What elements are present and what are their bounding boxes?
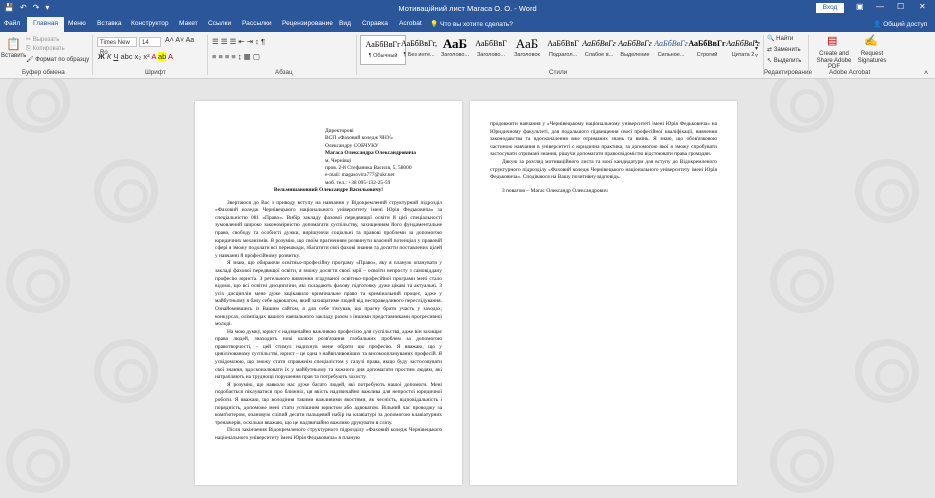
ribbon-display-options-icon[interactable]: ▣ bbox=[856, 2, 864, 11]
font-size-combo[interactable]: 14 bbox=[139, 37, 161, 47]
cursor-icon: ↖ bbox=[767, 58, 773, 64]
paragraph: Я знаю, що обираючи освітньо-професійну … bbox=[215, 260, 442, 328]
clipboard-group-label: Буфер обмена bbox=[22, 69, 65, 76]
request-signatures-button[interactable]: Request Signatures bbox=[857, 51, 887, 64]
alignment-icons[interactable]: ≡ ≡ ≡ ≡ ↨ ▦ ▢ bbox=[212, 52, 260, 61]
window-title: Мотиваційний лист Магаса О. О. - Word bbox=[398, 4, 537, 13]
tell-me-search[interactable]: 💡 Что вы хотите сделать? bbox=[430, 20, 513, 28]
font-format-icons[interactable]: Ж К Ч abc x₂ x² A ab A bbox=[98, 52, 173, 61]
tab-layout[interactable]: Макет bbox=[179, 20, 198, 27]
watermark-logo-icon bbox=[770, 429, 834, 493]
paragraph: Я розумію, що навколо нас дуже багато лю… bbox=[215, 381, 442, 426]
document-canvas[interactable]: Директорові ВСП «Фаховий коледж ЧНУ» Оле… bbox=[0, 79, 935, 498]
pdf-icon: ▤ bbox=[827, 35, 838, 47]
page-1[interactable]: Директорові ВСП «Фаховий коледж ЧНУ» Оле… bbox=[195, 101, 462, 485]
find-button[interactable]: 🔍 Найти bbox=[767, 35, 793, 42]
styles-gallery-scroll-icon[interactable]: ▴ ▾ ▿ bbox=[755, 38, 758, 59]
collapse-ribbon-icon[interactable]: ˄ bbox=[924, 70, 928, 77]
scissors-icon: ✂ bbox=[26, 37, 32, 43]
group-divider bbox=[356, 35, 357, 75]
copy-icon: ⎘ bbox=[26, 46, 31, 52]
paragraph: Дякую за розгляд мотиваційного листа та … bbox=[490, 158, 717, 181]
paragraph: продовжити навчання у «Чернівецькому нац… bbox=[490, 121, 717, 158]
recipient-address-block: Директорові ВСП «Фаховий коледж ЧНУ» Оле… bbox=[325, 128, 416, 186]
cut-button[interactable]: ✂ Вырезать bbox=[26, 36, 59, 43]
title-bar: 💾 ↶ ↷ ▾ Мотиваційний лист Магаса О. О. -… bbox=[0, 0, 935, 16]
create-share-pdf-button[interactable]: Create and Share Adobe PDF bbox=[812, 51, 856, 71]
paragraph: На мою думку, юрист є надзвичайно важлив… bbox=[215, 328, 442, 381]
tab-file[interactable]: Файл bbox=[4, 20, 20, 27]
tab-insert[interactable]: Вставка bbox=[97, 20, 122, 27]
signature-icon: ✍ bbox=[864, 35, 878, 47]
tab-references[interactable]: Ссылки bbox=[208, 20, 231, 27]
font-name-combo[interactable]: Times New Ro bbox=[97, 37, 137, 56]
minimize-icon[interactable]: — bbox=[876, 2, 884, 11]
tab-view[interactable]: Вид bbox=[339, 20, 351, 27]
maximize-icon[interactable]: ☐ bbox=[897, 2, 904, 11]
watermark-logo-icon bbox=[6, 429, 70, 493]
list-indent-icons[interactable]: ☰ ☰ ☰ ⇤ ⇥ ↕ ¶ bbox=[212, 37, 265, 46]
search-icon: 🔍 bbox=[767, 36, 775, 42]
group-divider bbox=[92, 35, 93, 75]
close-icon[interactable]: ✕ bbox=[919, 2, 926, 11]
watermark-logo-icon bbox=[770, 249, 834, 313]
watermark-logo-icon bbox=[94, 159, 158, 223]
letter-body: Вельмишановний Олександре Васильовичу! З… bbox=[215, 187, 442, 443]
watermark-logo-icon bbox=[855, 159, 919, 223]
watermark-logo-icon bbox=[6, 249, 70, 313]
tab-design[interactable]: Конструктор bbox=[131, 20, 169, 27]
watermark-logo-icon bbox=[6, 79, 70, 133]
style-quote[interactable]: АаБбВвГг Цитата 2 bbox=[720, 35, 766, 65]
lightbulb-icon: 💡 bbox=[430, 21, 441, 28]
paste-icon[interactable]: 📋 bbox=[6, 37, 21, 51]
brush-icon: 🖌 bbox=[26, 57, 34, 63]
tab-help[interactable]: Справка bbox=[362, 20, 388, 27]
signature-line: З повагою – Магас Олександр Олександрови… bbox=[502, 187, 608, 194]
tab-mailings[interactable]: Рассылки bbox=[242, 20, 272, 27]
tab-menu[interactable]: Меню bbox=[68, 20, 86, 27]
font-grow-shrink-icons[interactable]: A˄ A˅ Aa bbox=[165, 37, 194, 44]
person-icon: 👤 bbox=[873, 21, 882, 28]
tab-home[interactable]: Главная bbox=[27, 17, 65, 32]
watermark-logo-icon bbox=[94, 339, 158, 403]
replace-button[interactable]: ⇄ Заменить bbox=[767, 46, 801, 53]
paste-button[interactable]: Вставить bbox=[1, 53, 26, 59]
copy-button[interactable]: ⎘ Копировать bbox=[26, 46, 65, 53]
sign-in-button[interactable]: Вход bbox=[816, 3, 844, 13]
paragraph-group-label: Абзац bbox=[275, 69, 293, 76]
group-divider bbox=[808, 35, 809, 75]
group-divider bbox=[207, 35, 208, 75]
ribbon-tabs: Файл Главная Меню Вставка Конструктор Ма… bbox=[0, 16, 935, 32]
editing-group-label: Редактирование bbox=[764, 69, 812, 76]
share-button[interactable]: 👤 Общий доступ bbox=[873, 20, 927, 28]
replace-icon: ⇄ bbox=[767, 47, 773, 53]
tab-acrobat[interactable]: Acrobat bbox=[399, 20, 422, 27]
watermark-logo-icon bbox=[770, 79, 834, 133]
format-painter-button[interactable]: 🖌 Формат по образцу bbox=[26, 56, 89, 63]
font-group-label: Шрифт bbox=[145, 69, 166, 76]
watermark-logo-icon bbox=[855, 339, 919, 403]
paragraph: Звертаюся до Вас з приводу вступу на нав… bbox=[215, 199, 442, 259]
select-button[interactable]: ↖ Выделить bbox=[767, 57, 801, 64]
letter-body-continued: продовжити навчання у «Чернівецькому нац… bbox=[490, 121, 717, 195]
styles-group-label: Стили bbox=[549, 69, 568, 76]
ribbon-home: 📋 Вставить ✂ Вырезать ⎘ Копировать 🖌 Фор… bbox=[0, 32, 935, 79]
acrobat-group-label: Adobe Acrobat bbox=[829, 69, 871, 76]
paragraph: Після закінчення Відокремленого структур… bbox=[215, 427, 442, 441]
page-2[interactable]: продовжити навчання у «Чернівецькому нац… bbox=[470, 101, 737, 485]
tab-review[interactable]: Рецензирование bbox=[282, 20, 333, 27]
letter-greeting: Вельмишановний Олександре Васильовичу! bbox=[273, 187, 384, 193]
